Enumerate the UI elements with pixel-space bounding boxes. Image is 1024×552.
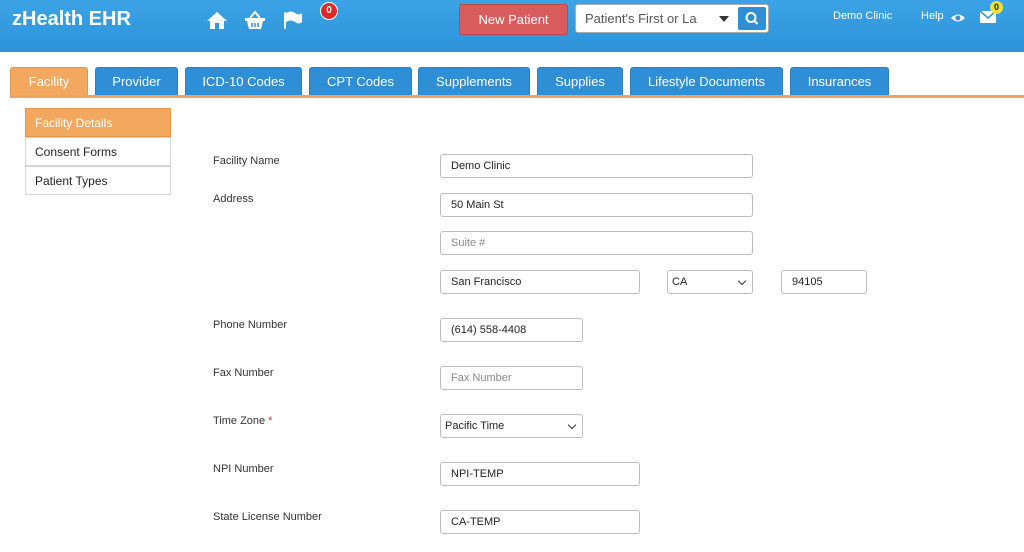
address-city-field[interactable] <box>440 270 640 294</box>
time-zone-select[interactable]: Pacific Time <box>440 414 583 438</box>
tab-insurances[interactable]: Insurances <box>790 67 889 95</box>
tabs-underline <box>10 95 1024 98</box>
new-patient-button[interactable]: New Patient <box>459 4 568 35</box>
time-zone-value: Pacific Time <box>445 420 505 432</box>
facility-name-label: Facility Name <box>213 155 280 167</box>
address-suite-field[interactable] <box>440 231 753 255</box>
sidebar-item-consent-forms[interactable]: Consent Forms <box>25 137 171 166</box>
chevron-down-icon <box>737 276 747 286</box>
search-button[interactable] <box>738 7 766 30</box>
fax-number-field[interactable] <box>440 366 583 390</box>
notification-badge[interactable]: 0 <box>320 2 338 20</box>
tab-supplies[interactable]: Supplies <box>537 67 623 95</box>
help-link[interactable]: Help <box>921 10 944 22</box>
patient-search <box>575 4 769 33</box>
address-line1-field[interactable] <box>440 193 753 217</box>
state-license-label: State License Number <box>213 511 322 523</box>
tab-provider[interactable]: Provider <box>95 67 178 95</box>
sidebar-item-facility-details[interactable]: Facility Details <box>25 108 171 137</box>
state-license-field[interactable] <box>440 510 640 534</box>
mail-badge[interactable]: 0 <box>990 1 1003 14</box>
eye-icon[interactable] <box>950 11 966 29</box>
search-icon <box>745 12 759 25</box>
npi-number-field[interactable] <box>440 462 640 486</box>
sidebar-item-patient-types[interactable]: Patient Types <box>25 166 171 195</box>
address-state-value: CA <box>672 276 688 288</box>
required-marker: * <box>268 415 273 427</box>
time-zone-label-text: Time Zone <box>213 415 266 427</box>
tab-lifestyle-documents[interactable]: Lifestyle Documents <box>630 67 783 95</box>
tab-supplements[interactable]: Supplements <box>418 67 530 95</box>
npi-number-label: NPI Number <box>213 463 274 475</box>
phone-number-field[interactable] <box>440 318 583 342</box>
phone-number-label: Phone Number <box>213 319 287 331</box>
clinic-name[interactable]: Demo Clinic <box>833 10 892 22</box>
patient-search-input[interactable] <box>576 5 706 32</box>
top-navbar: zHealth EHR 0 New Patient Patient's Firs… <box>0 0 1024 52</box>
address-state-select[interactable]: CA <box>667 270 753 294</box>
address-zip-field[interactable] <box>781 270 867 294</box>
app-brand[interactable]: zHealth EHR <box>12 8 131 31</box>
tab-icd10-codes[interactable]: ICD-10 Codes <box>185 67 302 95</box>
tab-cpt-codes[interactable]: CPT Codes <box>309 67 412 95</box>
chevron-down-icon <box>567 420 577 430</box>
basket-icon[interactable] <box>244 10 266 35</box>
time-zone-label: Time Zone * <box>213 415 272 427</box>
tab-facility[interactable]: Facility <box>10 67 88 98</box>
flag-icon[interactable] <box>282 10 304 35</box>
fax-number-label: Fax Number <box>213 367 274 379</box>
home-icon[interactable] <box>206 10 228 35</box>
facility-name-field[interactable] <box>440 154 753 178</box>
chevron-down-icon[interactable] <box>719 16 729 22</box>
address-label: Address <box>213 193 254 205</box>
